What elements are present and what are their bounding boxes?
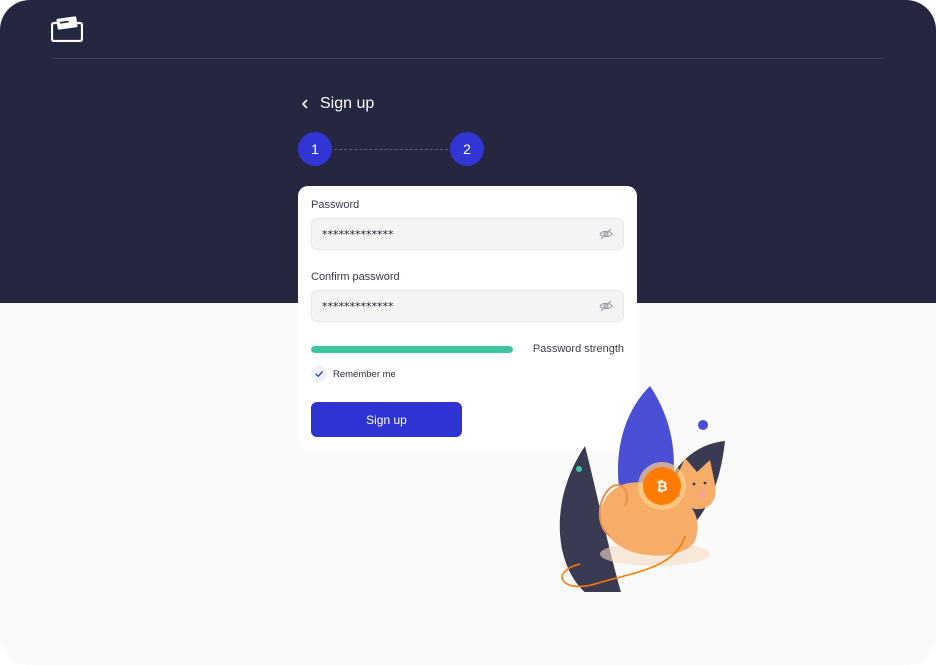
step-2-indicator[interactable]: 2	[450, 132, 484, 166]
confirm-password-input[interactable]	[322, 291, 582, 321]
password-strength-label: Password strength	[532, 343, 624, 355]
wallet-logo-icon[interactable]	[51, 16, 83, 42]
eye-off-icon[interactable]	[599, 299, 613, 313]
check-icon	[315, 371, 323, 377]
checkbox-circle[interactable]	[311, 366, 327, 382]
password-field-box	[311, 218, 624, 250]
back-button[interactable]: Sign up	[300, 93, 374, 115]
password-input[interactable]	[322, 219, 582, 249]
confirm-password-field-box	[311, 290, 624, 322]
step-1-indicator[interactable]: 1	[298, 132, 332, 166]
svg-text:₿: ₿	[656, 479, 667, 495]
confirm-password-label: Confirm password	[311, 271, 400, 283]
remember-me-checkbox[interactable]: Remember me	[311, 366, 396, 382]
remember-me-label: Remember me	[333, 368, 396, 380]
sign-up-button[interactable]: Sign up	[311, 402, 462, 437]
eye-off-icon[interactable]	[599, 227, 613, 241]
password-strength-bar	[311, 346, 513, 353]
app-frame: Sign up 1 2 Password Confirm password	[0, 0, 936, 665]
cat-with-bitcoin-illustration: ₿	[559, 386, 725, 592]
step-connector	[334, 149, 448, 150]
chevron-left-icon	[302, 99, 308, 109]
password-label: Password	[311, 199, 360, 211]
header-divider	[52, 58, 884, 59]
password-strength-fill	[311, 346, 513, 353]
page-title: Sign up	[320, 95, 375, 112]
